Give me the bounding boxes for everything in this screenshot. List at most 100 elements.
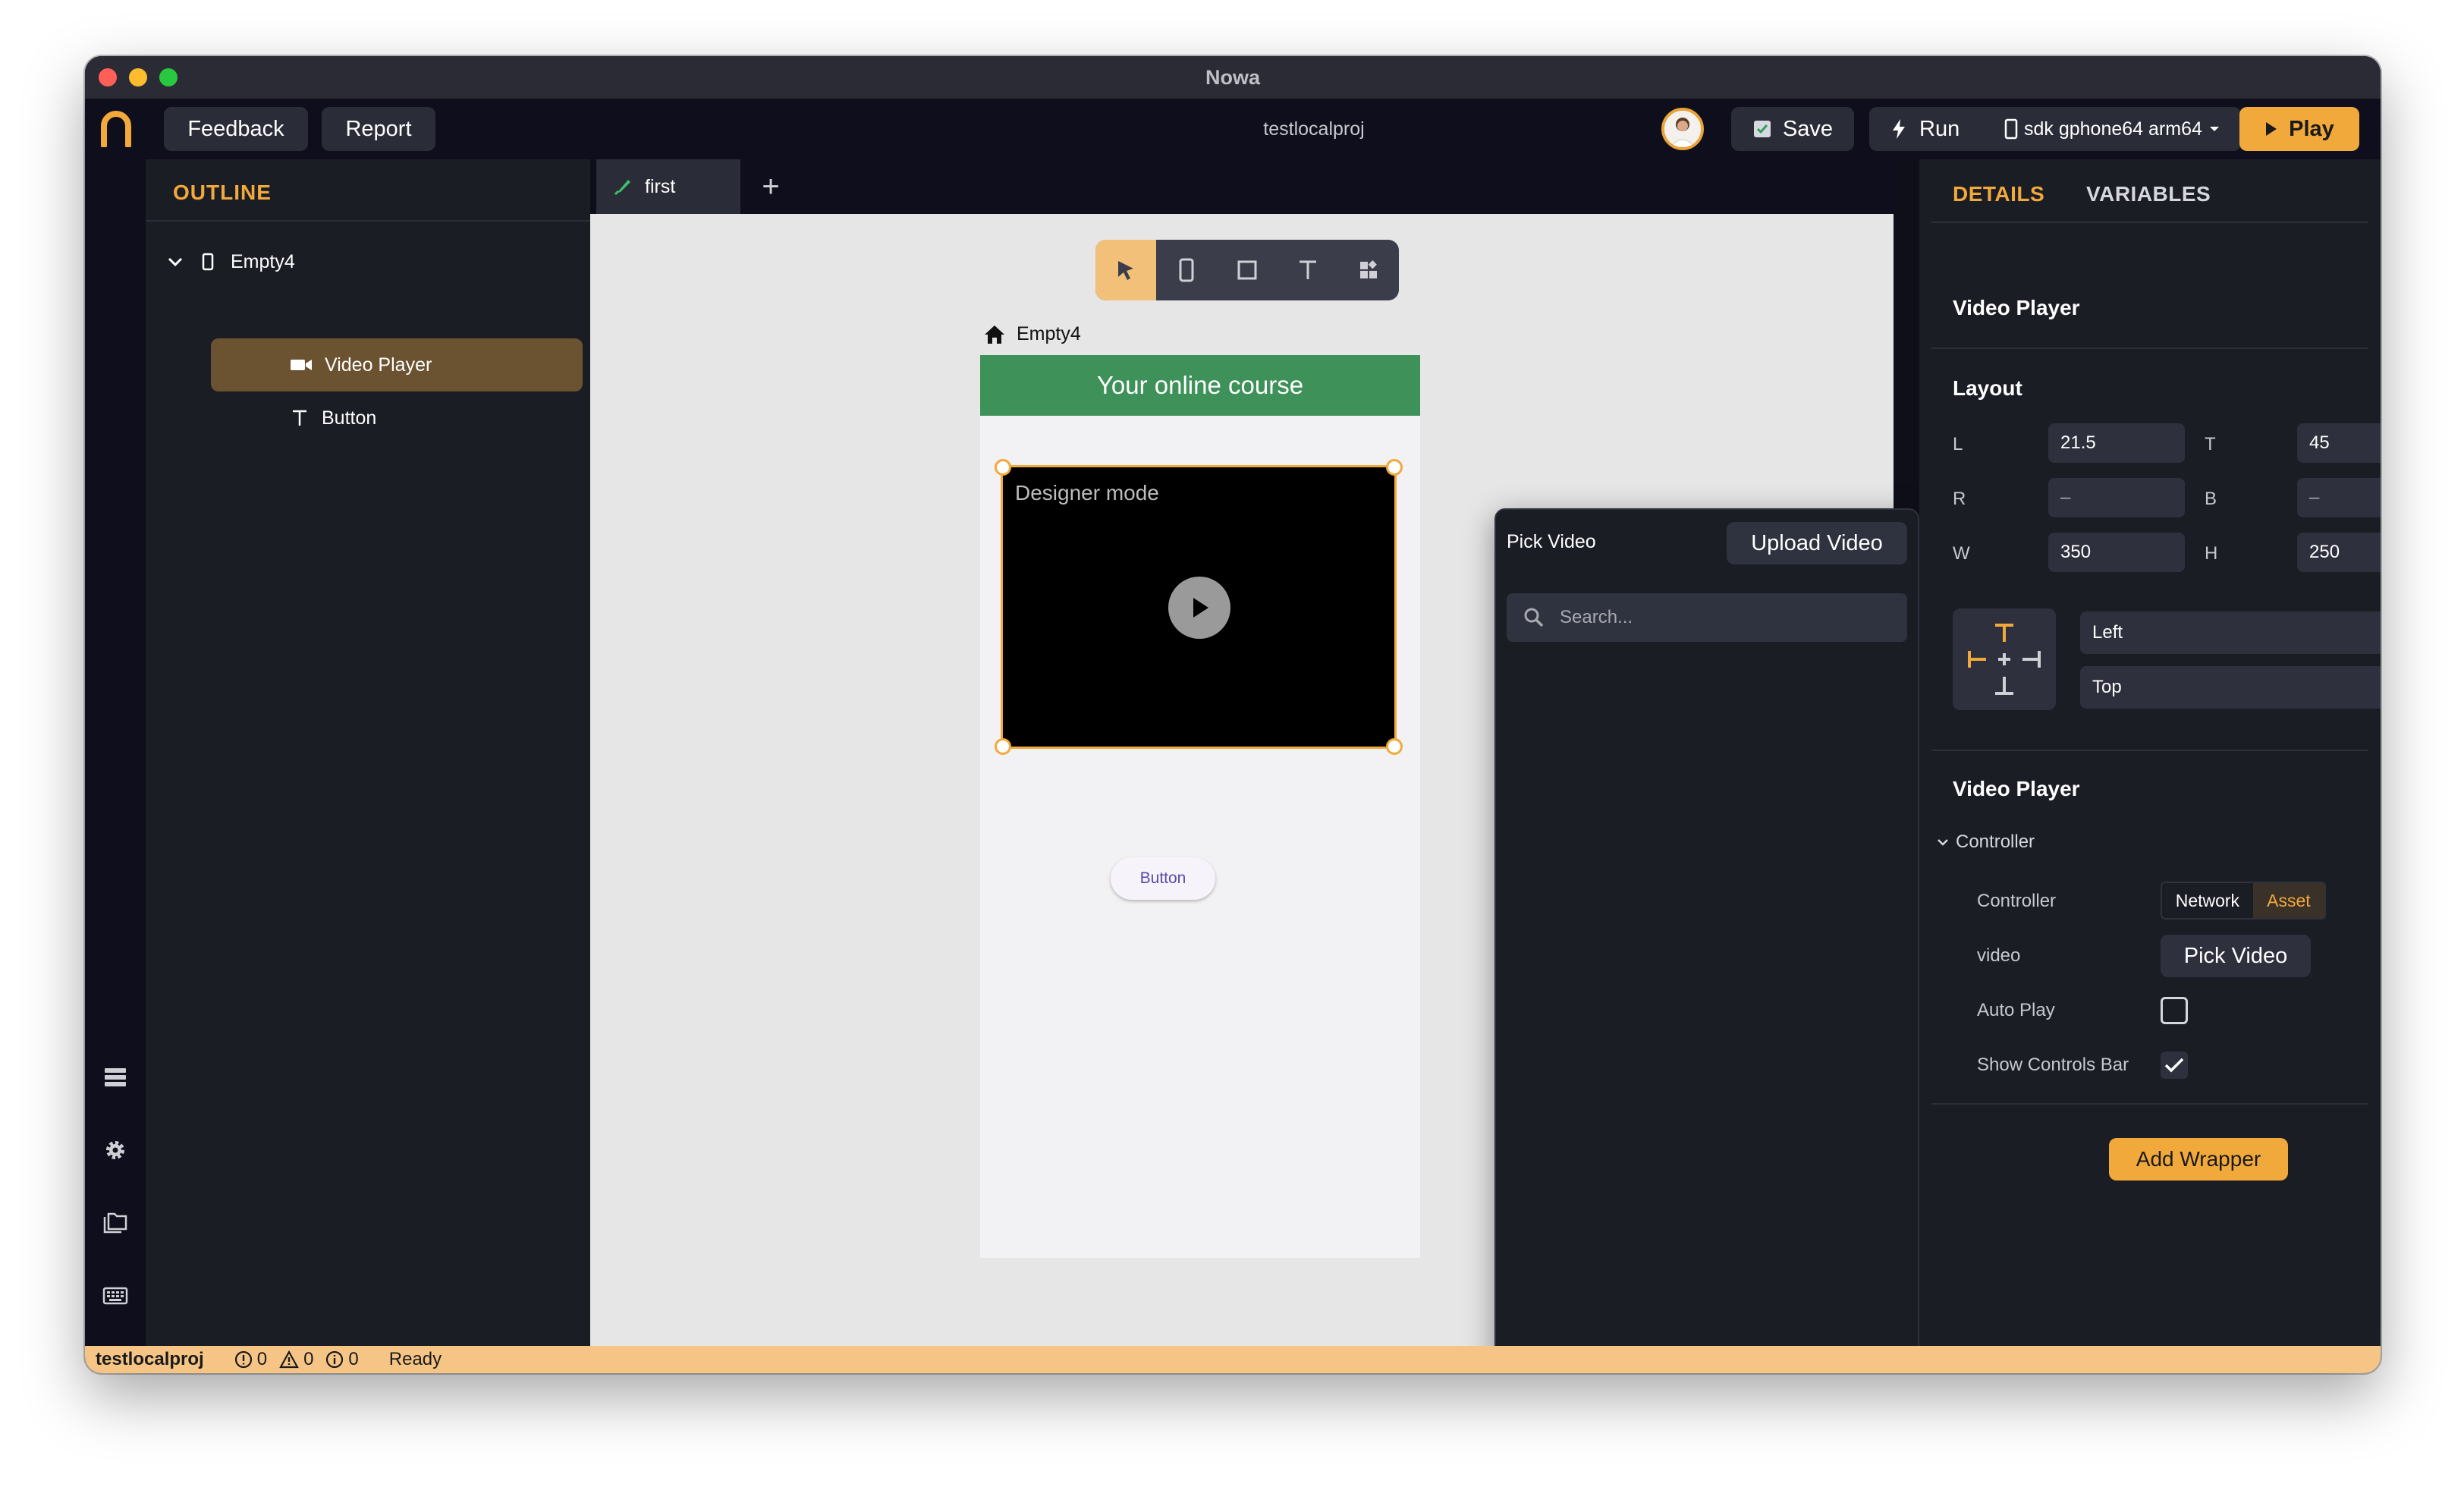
- home-icon: [985, 325, 1004, 344]
- container-tool[interactable]: [1217, 240, 1278, 300]
- device-selector[interactable]: sdk gphone64 arm64: [2004, 118, 2220, 140]
- upload-video-button[interactable]: Upload Video: [1727, 522, 1907, 564]
- tab-first-label: first: [645, 175, 676, 197]
- tab-details[interactable]: DETAILS: [1953, 182, 2044, 206]
- run-button[interactable]: Run: [1890, 117, 2004, 142]
- phone-icon: [1179, 258, 1194, 282]
- tab-variables[interactable]: VARIABLES: [2086, 182, 2211, 206]
- show-controls-checkbox[interactable]: [2161, 1052, 2188, 1079]
- play-label: Play: [2289, 116, 2334, 141]
- anchor-selector[interactable]: [1953, 608, 2056, 710]
- resize-handle-top-left[interactable]: [995, 459, 1011, 476]
- controller-option-network[interactable]: Network: [2162, 883, 2253, 918]
- video-player-widget[interactable]: Designer mode: [1001, 465, 1397, 749]
- run-label: Run: [1919, 116, 1960, 141]
- status-errors[interactable]: 0: [234, 1349, 267, 1370]
- checkmark-icon: [2164, 1058, 2184, 1073]
- tree-item-button[interactable]: Button: [146, 391, 590, 445]
- status-info-count: 0: [348, 1349, 359, 1369]
- tab-first[interactable]: first: [596, 159, 740, 214]
- layout-w-input[interactable]: 350: [2048, 533, 2185, 572]
- resize-handle-bottom-left[interactable]: [995, 738, 1011, 755]
- user-avatar[interactable]: [1661, 108, 1704, 150]
- layout-b-input[interactable]: –: [2297, 478, 2381, 517]
- controller-group-label: Controller: [1956, 832, 2035, 852]
- vertical-align-value: Top: [2092, 677, 2122, 697]
- device-frame[interactable]: Your online course Designer mode Button: [980, 355, 1420, 1258]
- tree-item-label: Empty4: [231, 250, 295, 272]
- nowa-logo-icon: [101, 111, 131, 147]
- device-tool[interactable]: [1156, 240, 1217, 300]
- layout-l-label: L: [1953, 434, 1963, 454]
- video-label: video: [1977, 945, 2021, 966]
- keyboard-icon[interactable]: [102, 1282, 129, 1309]
- auto-play-checkbox[interactable]: [2161, 997, 2188, 1024]
- controller-segmented-control: Network Asset: [2161, 882, 2326, 920]
- outline-title: OUTLINE: [173, 181, 272, 204]
- screen-breadcrumb[interactable]: Empty4: [983, 323, 1081, 345]
- add-tab-button[interactable]: +: [753, 168, 789, 205]
- app-bar[interactable]: Your online course: [980, 355, 1420, 416]
- pick-video-popup: Pick Video Upload Video Search...: [1494, 508, 1919, 1373]
- layout-w-label: W: [1953, 543, 1970, 564]
- horizontal-align-value: Left: [2092, 622, 2123, 643]
- folders-icon[interactable]: [102, 1209, 129, 1237]
- vertical-align-select[interactable]: Top: [2080, 666, 2381, 709]
- layout-b-label: B: [2205, 489, 2217, 509]
- caret-down-icon: [2209, 127, 2219, 131]
- controller-label: Controller: [1977, 891, 2057, 911]
- close-window-button[interactable]: [99, 68, 117, 86]
- layout-t-input[interactable]: 45: [2297, 423, 2381, 463]
- widgets-tool[interactable]: [1338, 240, 1399, 300]
- zoom-window-button[interactable]: [159, 68, 178, 86]
- layout-r-input[interactable]: –: [2048, 478, 2185, 517]
- text-tool[interactable]: [1278, 240, 1338, 300]
- canvas-button-widget[interactable]: Button: [1111, 857, 1215, 900]
- tree-item-label: Video Player: [325, 354, 432, 376]
- resize-handle-top-right[interactable]: [1386, 459, 1403, 476]
- play-button[interactable]: Play: [2239, 107, 2359, 151]
- play-triangle-icon: [2266, 122, 2277, 136]
- minimize-window-button[interactable]: [129, 68, 147, 86]
- anchor-cross-icon: [1968, 624, 2041, 695]
- text-t-icon: [1300, 260, 1316, 279]
- phone-icon: [202, 253, 214, 271]
- horizontal-align-select[interactable]: Left: [2080, 611, 2381, 654]
- video-search-input[interactable]: Search...: [1507, 593, 1907, 642]
- save-button[interactable]: Save: [1731, 107, 1854, 151]
- status-warnings[interactable]: 0: [279, 1349, 313, 1370]
- report-button[interactable]: Report: [322, 107, 435, 151]
- search-placeholder: Search...: [1560, 607, 1633, 627]
- list-view-icon[interactable]: [102, 1064, 129, 1091]
- brush-icon: [614, 180, 630, 196]
- details-divider: [1931, 347, 2368, 349]
- top-toolbar: Feedback Report testlocalproj Save Run s…: [85, 99, 2381, 159]
- show-controls-label: Show Controls Bar: [1977, 1055, 2129, 1075]
- phone-icon: [2004, 118, 2018, 140]
- save-label: Save: [1782, 116, 1834, 141]
- status-bar: testlocalproj 0 0 0 Ready: [85, 1346, 2381, 1373]
- feedback-button[interactable]: Feedback: [164, 107, 308, 151]
- tree-item-empty4[interactable]: Empty4: [146, 235, 590, 288]
- controller-group-toggle[interactable]: Controller: [1936, 832, 2035, 853]
- outline-panel: OUTLINE Empty4 Video Player Button: [146, 159, 590, 1346]
- add-wrapper-button[interactable]: Add Wrapper: [2109, 1138, 2288, 1180]
- video-play-button[interactable]: [1168, 577, 1230, 639]
- resize-handle-bottom-right[interactable]: [1386, 738, 1403, 755]
- device-label: sdk gphone64 arm64: [2024, 118, 2202, 140]
- text-t-icon: [293, 410, 306, 426]
- left-icon-rail: [85, 159, 146, 1346]
- widgets-grid-icon: [1360, 260, 1377, 278]
- tree-item-video-player[interactable]: Video Player: [211, 338, 583, 391]
- chevron-down-icon[interactable]: [167, 256, 184, 267]
- layout-l-input[interactable]: 21.5: [2048, 423, 2185, 463]
- layout-h-input[interactable]: 250: [2297, 533, 2381, 572]
- widget-title: Video Player: [1953, 296, 2080, 319]
- gear-icon[interactable]: [102, 1136, 129, 1164]
- status-infos[interactable]: 0: [325, 1349, 359, 1370]
- controller-option-asset[interactable]: Asset: [2252, 883, 2324, 918]
- error-circle-icon: [234, 1350, 252, 1369]
- pick-video-button[interactable]: Pick Video: [2161, 935, 2311, 977]
- select-tool[interactable]: [1095, 240, 1156, 300]
- video-player-section-title: Video Player: [1953, 777, 2080, 800]
